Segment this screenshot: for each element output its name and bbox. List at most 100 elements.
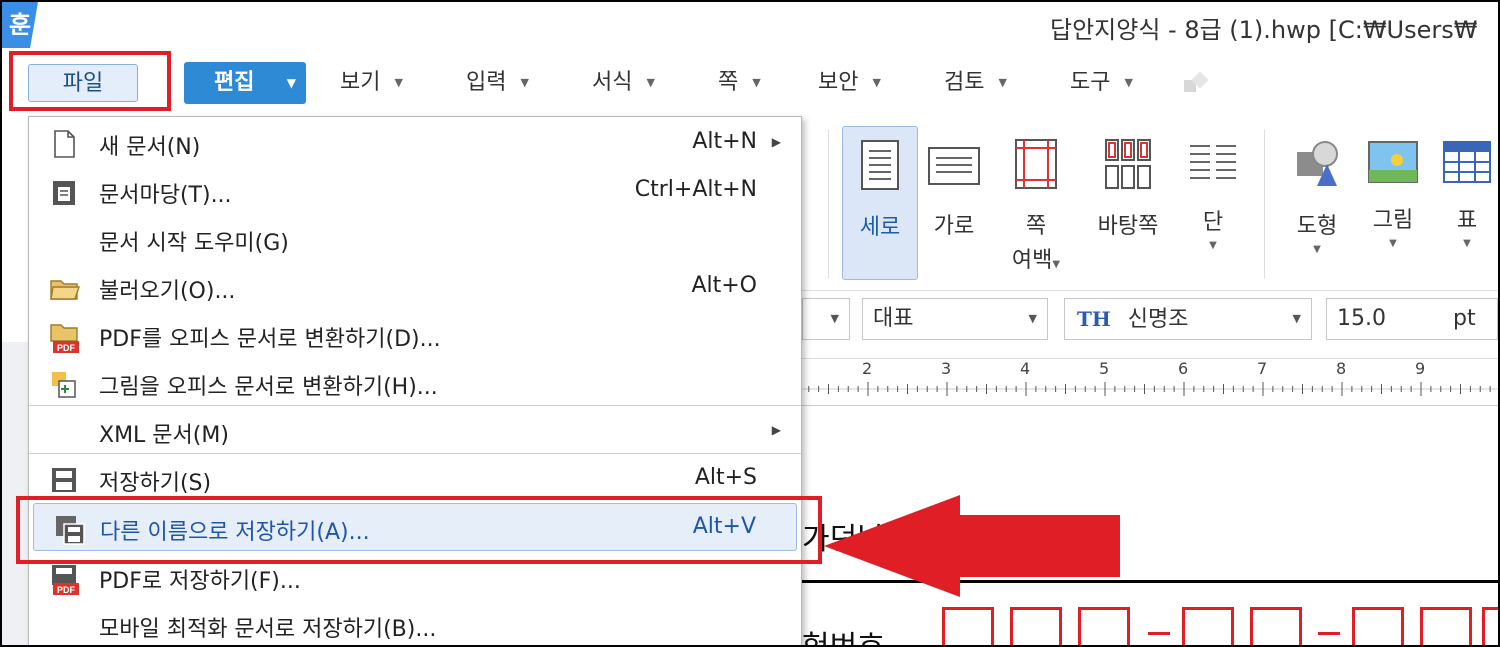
chevron-down-icon: ▼ (752, 76, 761, 89)
chevron-down-icon: ▼ (394, 76, 403, 89)
ruler-number: 2 (862, 359, 873, 378)
menu-view[interactable]: 보기 ▼ (340, 64, 403, 102)
portrait-button[interactable]: 세로 (842, 126, 918, 280)
menu-edit-label: 편집 (214, 70, 255, 95)
chevron-down-icon: ▼ (646, 76, 655, 89)
picture-label: 그림 (1372, 208, 1414, 233)
portrait-page-icon (843, 139, 917, 197)
pdf-folder-icon: PDF (49, 321, 79, 353)
landscape-button[interactable]: 가로 (920, 126, 988, 278)
chevron-down-icon: ▼ (1124, 76, 1133, 89)
answer-box[interactable] (942, 607, 994, 645)
chevron-down-icon: ▼ (286, 76, 296, 90)
ruler-number: 7 (1257, 359, 1268, 378)
chevron-down-icon: ▼ (1389, 238, 1397, 249)
window-title: 답안지양식 - 8급 (1).hwp [C:₩Users₩ (1050, 16, 1478, 44)
chevron-down-icon: ▼ (830, 312, 839, 325)
columns-label: 단 (1202, 210, 1224, 235)
menu-save-mobile[interactable]: 모바일 최적화 문서로 저장하기(B)... (29, 601, 801, 645)
ruler-number: 4 (1020, 359, 1031, 378)
landscape-label: 가로 (933, 214, 975, 239)
app-window: 훈 답안지양식 - 8급 (1).hwp [C:₩Users₩ 파일 편집 ▼ … (0, 0, 1500, 647)
menu-format[interactable]: 서식 ▼ (592, 64, 655, 102)
horizontal-ruler[interactable]: 2 3 4 5 6 7 8 9 (802, 358, 1498, 406)
chevron-down-icon: ▼ (1292, 312, 1301, 325)
answer-box[interactable] (1182, 607, 1234, 645)
chevron-down-icon: ▼ (1313, 244, 1321, 255)
new-document-icon (49, 129, 79, 159)
template-icon (49, 177, 79, 207)
chevron-down-icon: ▼ (520, 76, 529, 89)
paragraph-style-value: 대표 (873, 306, 914, 331)
picture-icon (1360, 140, 1426, 190)
columns-button[interactable]: 단 ▼ (1178, 126, 1248, 278)
file-menu-highlight-box (9, 51, 171, 111)
ruler-number: 8 (1336, 359, 1347, 378)
chevron-down-icon: ▼ (1209, 240, 1217, 251)
save-pdf-icon: PDF (49, 563, 79, 595)
ribbon-separator (1264, 130, 1265, 278)
menu-tools[interactable]: 도구 ▼ (1070, 64, 1133, 102)
answer-box[interactable] (1078, 607, 1130, 645)
menu-security[interactable]: 보안 ▼ (818, 64, 881, 102)
page-margin-label-1: 쪽 (1025, 214, 1047, 239)
font-name-value: 신명조 (1127, 307, 1189, 332)
chevron-down-icon: ▼ (872, 76, 881, 89)
menu-review[interactable]: 검토 ▼ (944, 64, 1007, 102)
app-logo-icon[interactable]: 훈 (2, 2, 38, 48)
shape-label: 도형 (1296, 214, 1338, 239)
portrait-label: 세로 (859, 215, 901, 240)
answer-dash (1318, 632, 1340, 635)
ruler-number: 5 (1099, 359, 1110, 378)
ruler-number: 9 (1415, 359, 1426, 378)
svg-text:PDF: PDF (57, 585, 76, 595)
svg-text:PDF: PDF (57, 343, 76, 353)
font-select[interactable]: TH 신명조 ▼ (1064, 298, 1312, 340)
menu-new-document[interactable]: 새 문서(N) Alt+N ▶ (29, 119, 801, 167)
table-icon (1436, 140, 1498, 190)
menu-open[interactable]: 불러오기(O)... Alt+O (29, 263, 801, 311)
chevron-down-icon: ▼ (998, 76, 1007, 89)
document-text-line[interactable]: 험번호 (802, 622, 885, 645)
font-size-unit: pt (1453, 306, 1476, 331)
menu-start-wizard[interactable]: 문서 시작 도우미(G) (29, 215, 801, 263)
picture-button[interactable]: 그림 ▼ (1360, 126, 1426, 278)
ribbon-separator (828, 130, 829, 278)
chevron-right-icon: ▶ (771, 423, 781, 437)
extension-icon[interactable] (1182, 70, 1212, 98)
menu-page[interactable]: 쪽 ▼ (718, 64, 761, 102)
font-size-input[interactable]: 15.0 pt (1326, 298, 1498, 340)
chevron-right-icon: ▶ (771, 135, 781, 149)
answer-box[interactable] (1352, 607, 1404, 645)
answer-box[interactable] (1010, 607, 1062, 645)
truetype-font-icon: TH (1077, 307, 1111, 331)
menu-pdf-to-office[interactable]: PDF PDF를 오피스 문서로 변환하기(D)... (29, 311, 801, 359)
table-button[interactable]: 표 ▼ (1436, 126, 1498, 278)
title-bar: 훈 답안지양식 - 8급 (1).hwp [C:₩Users₩ (2, 2, 1498, 52)
pointer-arrow-icon (824, 495, 1120, 597)
chevron-down-icon: ▼ (1463, 238, 1471, 249)
answer-box[interactable] (1482, 607, 1498, 645)
shape-button[interactable]: 도형 ▼ (1284, 126, 1350, 278)
master-page-label: 바탕쪽 (1097, 214, 1159, 239)
menu-edit[interactable]: 편집 ▼ (184, 62, 306, 104)
menu-image-to-office[interactable]: 그림을 오피스 문서로 변환하기(H)... (29, 359, 801, 407)
answer-box[interactable] (1250, 607, 1302, 645)
ruler-number: 6 (1178, 359, 1189, 378)
landscape-page-icon (920, 146, 988, 192)
answer-box[interactable] (1420, 607, 1472, 645)
menu-insert[interactable]: 입력 ▼ (466, 64, 529, 102)
menu-template[interactable]: 문서마당(T)... Ctrl+Alt+N (29, 167, 801, 215)
master-page-button[interactable]: 바탕쪽 (1088, 126, 1168, 278)
menu-xml-document[interactable]: XML 문서(M) ▶ (29, 407, 801, 455)
menu-separator (29, 453, 801, 454)
style-scope-dropdown[interactable]: ▼ (802, 298, 850, 340)
page-margin-icon (998, 138, 1074, 196)
font-size-value: 15.0 (1337, 306, 1386, 331)
answer-dash (1148, 632, 1170, 635)
page-margin-button[interactable]: 쪽 여백▼ (998, 126, 1074, 278)
chevron-down-icon: ▼ (1028, 312, 1037, 325)
paragraph-style-select[interactable]: 대표 ▼ (862, 298, 1048, 340)
menu-separator (29, 405, 801, 406)
master-page-icon (1088, 138, 1168, 196)
